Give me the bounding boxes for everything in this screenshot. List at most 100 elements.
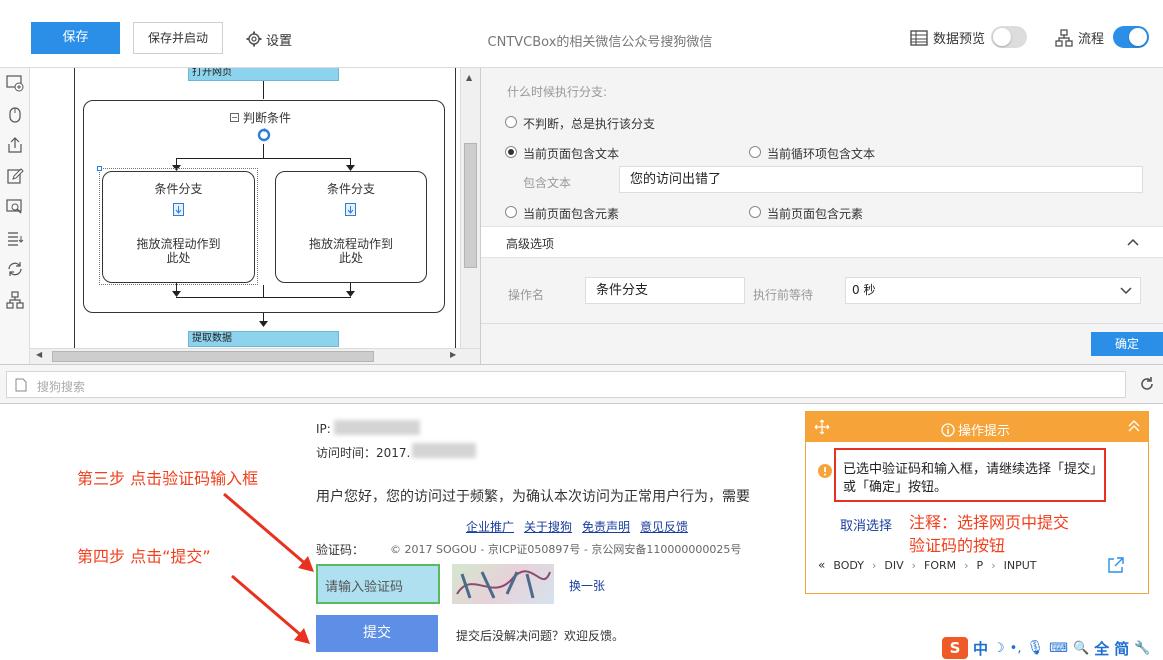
open-page-step[interactable]: 打开网页 — [188, 68, 339, 81]
tip-message: 已选中验证码和输入框，请继续选择「提交」或「确定」按钮。 — [834, 448, 1106, 502]
chevron-up-icon[interactable] — [1127, 238, 1139, 246]
refresh-icon[interactable] — [5, 260, 25, 280]
link-feedback[interactable]: 意见反馈 — [640, 518, 688, 535]
operation-tip-panel: 操作提示 已选中验证码和输入框，请继续选择「提交」或「确定」按钮。 取消选择 注… — [805, 411, 1149, 594]
canvas-horizontal-scrollbar[interactable]: ◀ ▶ — [30, 348, 480, 364]
captcha-placeholder: 请输入验证码 — [325, 580, 404, 595]
info-icon — [941, 422, 955, 437]
flow-tree-icon[interactable] — [5, 291, 25, 311]
reload-icon[interactable] — [1139, 376, 1155, 392]
captcha-label: 验证码： — [316, 543, 365, 557]
crumb-form[interactable]: FORM — [924, 559, 956, 572]
cancel-selection-link[interactable]: 取消选择 — [840, 515, 892, 534]
export-icon[interactable] — [5, 136, 25, 156]
save-and-start-button[interactable]: 保存并启动 — [133, 22, 223, 54]
microphone-icon[interactable]: 🎙 — [1026, 640, 1044, 656]
change-captcha-link[interactable]: 换一张 — [569, 577, 605, 594]
search-icon[interactable] — [5, 198, 25, 218]
after-submit-text: 提交后没解决问题？欢迎反馈。 — [456, 629, 625, 643]
extract-data-step[interactable]: 提取数据 — [188, 331, 339, 347]
branch-1-title: 条件分支 — [154, 182, 203, 196]
flow-toggle[interactable] — [1113, 26, 1149, 48]
radio-loop-text[interactable] — [749, 146, 761, 158]
link-disclaimer[interactable]: 免责声明 — [582, 518, 630, 535]
contains-text-input[interactable]: 您的访问出错了 — [619, 166, 1143, 193]
radio-page-element[interactable] — [505, 206, 517, 218]
wait-select[interactable]: 0 秒 — [845, 277, 1141, 304]
address-text: 搜狗搜索 — [37, 380, 86, 394]
collapse-icon[interactable]: − — [230, 113, 239, 122]
canvas-vertical-scrollbar[interactable]: ▲ — [460, 68, 480, 350]
tip-title: 操作提示 — [958, 424, 1011, 439]
frequency-message: 用户您好，您的访问过于频繁，为确认本次访问为正常用户行为，需要 — [316, 489, 750, 505]
flow-canvas[interactable]: 打开网页 − 判断条件 条件分支 拖放流程动作到 此处 条件分支 拖放流程动作到… — [30, 68, 460, 350]
captcha-image[interactable] — [452, 564, 554, 604]
keyboard-icon[interactable]: ⌨ — [1049, 641, 1068, 656]
confirm-button[interactable]: 确定 — [1091, 332, 1163, 356]
branch-2[interactable]: 条件分支 拖放流程动作到 此处 — [275, 171, 427, 283]
punctuation-icon[interactable]: •, — [1010, 641, 1022, 656]
radio-loop-text-label: 当前循环项包含文本 — [767, 147, 876, 161]
branch-1-hint-2: 此处 — [166, 251, 191, 265]
dom-breadcrumb: « BODY › DIV › FORM › P › INPUT — [818, 558, 1037, 572]
ip-label: IP: — [316, 422, 331, 436]
wait-label: 执行前等待 — [753, 288, 814, 302]
annotation-arrows — [223, 492, 314, 644]
advanced-options-header[interactable]: 高级选项 — [481, 226, 1163, 258]
mouse-icon[interactable] — [5, 105, 25, 125]
radio-no-judge[interactable] — [505, 116, 517, 128]
crumb-div[interactable]: DIV — [884, 559, 903, 572]
link-business[interactable]: 企业推广 — [466, 518, 514, 535]
search-icon[interactable]: 🔍 — [1073, 641, 1089, 656]
settings-button[interactable]: 设置 — [246, 29, 292, 49]
tip-header[interactable]: 操作提示 — [806, 412, 1148, 442]
scroll-thumb[interactable] — [52, 351, 374, 362]
breadcrumb-back-icon[interactable]: « — [818, 558, 825, 572]
address-bar[interactable]: 搜狗搜索 — [6, 371, 1126, 398]
op-name-input[interactable]: 条件分支 — [585, 277, 745, 304]
flow-toggle-group: 流程 — [1055, 28, 1104, 47]
crumb-input[interactable]: INPUT — [1004, 559, 1037, 572]
condition-title: 判断条件 — [243, 111, 292, 125]
advanced-options-label: 高级选项 — [506, 237, 555, 251]
data-preview-toggle[interactable] — [991, 26, 1027, 48]
flow-label: 流程 — [1078, 32, 1105, 47]
wrench-icon[interactable]: 🔧 — [1134, 641, 1150, 656]
scroll-thumb[interactable] — [464, 143, 477, 268]
moon-icon[interactable]: ☽ — [993, 641, 1005, 656]
ime-fullwidth[interactable]: 全 — [1094, 638, 1109, 659]
time-redacted — [412, 443, 476, 458]
radio-page-text[interactable] — [505, 146, 517, 158]
edit-icon[interactable] — [5, 167, 25, 187]
ime-simplified[interactable]: 简 — [1114, 638, 1129, 659]
link-about[interactable]: 关于搜狗 — [524, 518, 572, 535]
collapse-icon[interactable] — [1128, 420, 1140, 432]
data-preview-label: 数据预览 — [933, 32, 986, 47]
submit-button[interactable]: 提交 — [316, 615, 438, 652]
gear-icon — [246, 31, 262, 47]
ime-chinese-mode[interactable]: 中 — [973, 638, 988, 659]
crumb-body[interactable]: BODY — [833, 559, 864, 572]
radio-no-judge-label: 不判断，总是执行该分支 — [523, 117, 656, 131]
add-step-icon[interactable] — [5, 74, 25, 94]
crumb-p[interactable]: P — [977, 559, 984, 572]
radio-page-element-2[interactable] — [749, 206, 761, 218]
warning-icon — [818, 464, 832, 478]
sogou-ime-logo[interactable]: S — [942, 637, 968, 659]
top-toolbar: 保存 保存并启动 设置 CNTVCBox的相关微信公众号搜狗微信 数据预览 流程 — [0, 0, 1163, 68]
flow-tree-icon — [1055, 28, 1073, 47]
move-icon[interactable] — [814, 419, 830, 435]
list-icon[interactable] — [5, 229, 25, 249]
drop-target-icon — [173, 203, 184, 216]
save-button[interactable]: 保存 — [31, 22, 120, 54]
condition-block[interactable]: − 判断条件 条件分支 拖放流程动作到 此处 条件分支 拖放流程动作到 此处 — [83, 100, 445, 313]
branch-2-title: 条件分支 — [326, 182, 375, 196]
radio-page-element-2-label: 当前页面包含元素 — [767, 207, 864, 221]
branch-settings-panel: 什么时候执行分支: 不判断，总是执行该分支 当前页面包含文本 当前循环项包含文本… — [480, 68, 1163, 364]
op-name-label: 操作名 — [508, 288, 545, 302]
branch-1[interactable]: 条件分支 拖放流程动作到 此处 — [102, 171, 255, 283]
external-link-icon[interactable] — [1108, 557, 1124, 573]
captcha-input[interactable]: 请输入验证码 — [316, 564, 440, 604]
contains-text-label: 包含文本 — [523, 176, 572, 190]
browser-bar: 搜狗搜索 — [0, 364, 1163, 404]
